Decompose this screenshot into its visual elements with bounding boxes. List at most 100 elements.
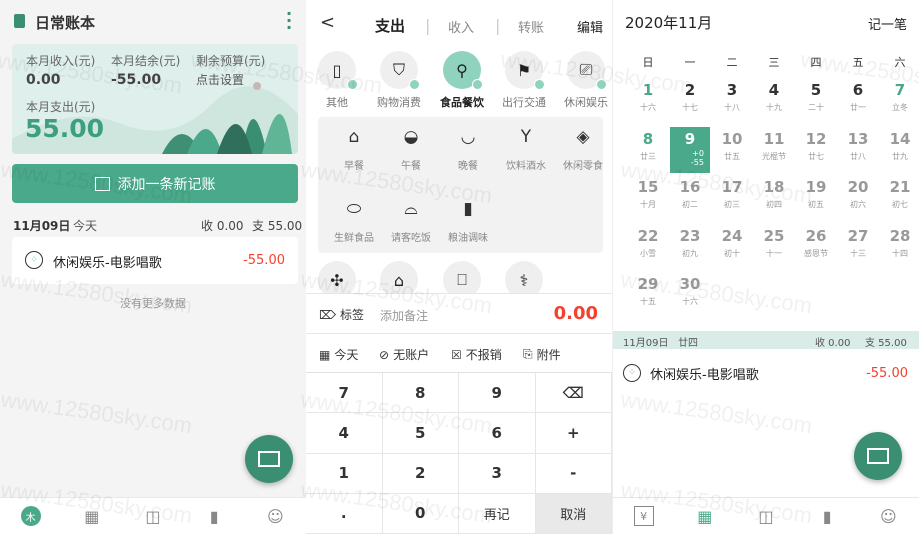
keypad-key[interactable]: . [306, 493, 383, 534]
add-record-button[interactable]: 添加一条新记账 [12, 164, 298, 203]
keypad-key[interactable]: 5 [382, 413, 459, 454]
day-lunar: 初十 [724, 249, 740, 258]
record-list-item[interactable]: ⁘ 休闲娱乐-电影唱歌 -55.00 [613, 355, 919, 391]
category-label: 出行交通 [502, 96, 546, 109]
calendar-day[interactable]: 23 初九 [669, 224, 711, 270]
edit-note-icon [258, 451, 280, 467]
calendar-day[interactable]: 26 感恩节 [795, 224, 837, 270]
keypad-key[interactable]: 1 [306, 453, 383, 494]
more-dot-icon [472, 79, 483, 90]
category-item[interactable]: ⎚ 休闲娱乐 [555, 51, 612, 110]
keypad-key[interactable]: 6 [459, 413, 536, 454]
calendar-day[interactable]: 3 十八 [711, 78, 753, 124]
back-button[interactable]: < [320, 12, 335, 33]
note-input[interactable]: 添加备注 [380, 307, 428, 324]
calendar-day[interactable]: 6 廿一 [837, 78, 879, 124]
quick-add-fab[interactable] [854, 432, 902, 480]
subcategory-item[interactable]: ▮ 粮油调味 [439, 199, 497, 244]
reimburse-option[interactable]: ☒ 不报销 [451, 346, 502, 363]
record-list-item[interactable]: ⁘ 休闲娱乐-电影唱歌 -55.00 [12, 237, 298, 284]
cancel-key[interactable]: 取消 [535, 493, 612, 534]
calendar-day[interactable]: 30 十六 [669, 272, 711, 318]
keypad-key[interactable]: 0 [382, 493, 459, 534]
summary-income: 收 0.00 [815, 338, 851, 349]
calendar-day[interactable]: 28 十四 [879, 224, 919, 270]
backspace-key[interactable]: ⌫ [535, 373, 612, 414]
quick-add-fab[interactable] [245, 435, 293, 483]
calendar-day[interactable]: 13 廿八 [837, 127, 879, 173]
subcategory-item[interactable]: ◡ 晚餐 [439, 127, 497, 172]
month-summary-card[interactable]: 本月收入(元) 0.00 本月结余(元) -55.00 剩余预算(元) 点击设置… [12, 44, 298, 154]
calendar-day[interactable]: 24 初十 [711, 224, 753, 270]
bottom-nav: ¥ ▦ ◫ ▮ ☺ [613, 497, 919, 534]
calendar-day[interactable]: 8 廿三 [627, 127, 669, 173]
calendar-day[interactable]: 7 立冬 [879, 78, 919, 124]
calendar-day[interactable]: 12 廿七 [795, 127, 837, 173]
day-lunar: 廿五 [724, 152, 740, 161]
tag-button[interactable]: ⌦ 标签 [319, 306, 364, 323]
nav-ledger-icon[interactable]: 木 [20, 506, 41, 526]
subcategory-item[interactable]: ⌂ 早餐 [325, 127, 383, 172]
date-option[interactable]: ▦ 今天 [319, 346, 358, 363]
keypad-key[interactable]: 7 [306, 373, 383, 414]
keypad-key[interactable]: 4 [306, 413, 383, 454]
subcategory-item[interactable]: ◒ 午餐 [382, 127, 440, 172]
calendar-day[interactable]: 19 初五 [795, 175, 837, 221]
balance-label: 本月结余(元) [111, 54, 181, 68]
calendar-day[interactable]: 22 小雪 [627, 224, 669, 270]
subcategory-item[interactable]: ◈ 休闲零食 [554, 127, 612, 172]
keypad-key[interactable]: 3 [459, 453, 536, 494]
keypad-key[interactable]: - [535, 453, 612, 494]
nav-wallet-icon[interactable]: ◫ [756, 506, 776, 526]
keypad-key[interactable]: 8 [382, 373, 459, 414]
edit-button[interactable]: 编辑 [577, 17, 603, 36]
attachment-option[interactable]: ⎘ 附件 [523, 346, 561, 363]
calendar-day[interactable]: 9 +0 -55 [670, 127, 710, 173]
calendar-day[interactable]: 14 廿九 [879, 127, 919, 173]
calendar-day[interactable]: 11 光棍节 [753, 127, 795, 173]
nav-wallet-icon[interactable]: ◫ [143, 506, 163, 526]
subcategory-item[interactable]: Y 饮料酒水 [497, 127, 555, 172]
add-record-link[interactable]: 记一笔 [868, 14, 907, 33]
category-icon: ⛉ [380, 51, 420, 90]
keypad-key[interactable]: 9 [459, 373, 536, 414]
nav-profile-icon[interactable]: ☺ [878, 506, 898, 526]
calendar-day[interactable]: 18 初四 [753, 175, 795, 221]
calendar-day[interactable]: 10 廿五 [711, 127, 753, 173]
calendar-day[interactable]: 27 十三 [837, 224, 879, 270]
nav-stats-icon[interactable]: ▮ [817, 506, 837, 526]
month-title[interactable]: 2020年11月 [625, 12, 712, 33]
calendar-day[interactable]: 16 初二 [669, 175, 711, 221]
keypad-key[interactable]: + [535, 413, 612, 454]
category-item[interactable]: ▯ 其他 [306, 51, 368, 110]
calendar-day[interactable]: 25 十一 [753, 224, 795, 270]
calendar-day[interactable]: 4 十九 [753, 78, 795, 124]
tab-income[interactable]: 收入 [448, 17, 474, 36]
keypad-key[interactable]: 2 [382, 453, 459, 494]
calendar-day[interactable]: 5 二十 [795, 78, 837, 124]
account-option[interactable]: ⊘ 无账户 [379, 346, 429, 363]
calendar-day[interactable]: 17 初三 [711, 175, 753, 221]
calendar-day[interactable]: 1 十六 [627, 78, 669, 124]
tab-transfer[interactable]: 转账 [518, 17, 544, 36]
calendar-day[interactable]: 20 初六 [837, 175, 879, 221]
save-again-key[interactable]: 再记 [459, 493, 536, 534]
nav-calendar-icon[interactable]: ▦ [82, 506, 102, 526]
subcategory-item[interactable]: ⬭ 生鲜食品 [325, 199, 383, 244]
weekday-header: 一 [684, 56, 696, 69]
nav-stats-icon[interactable]: ▮ [204, 506, 224, 526]
category-item[interactable]: ⚑ 出行交通 [493, 51, 555, 110]
calendar-day[interactable]: 21 初七 [879, 175, 919, 221]
nav-calendar-icon[interactable]: ▦ [695, 506, 715, 526]
calendar-day[interactable]: 2 十七 [669, 78, 711, 124]
subcategory-item[interactable]: ⌓ 请客吃饭 [382, 199, 440, 244]
tab-expense[interactable]: 支出 [375, 15, 405, 36]
calendar-day[interactable]: 29 十五 [627, 272, 669, 318]
calendar-day[interactable]: 15 十月 [627, 175, 669, 221]
category-item[interactable]: ⛉ 购物消费 [368, 51, 430, 110]
category-item[interactable]: ⚲ 食品餐饮 [431, 51, 493, 110]
budget-set-link[interactable]: 点击设置 [196, 71, 244, 88]
more-menu-icon[interactable]: · · · [286, 6, 292, 36]
nav-profile-icon[interactable]: ☺ [265, 506, 285, 526]
nav-ledger-icon[interactable]: ¥ [633, 506, 654, 526]
